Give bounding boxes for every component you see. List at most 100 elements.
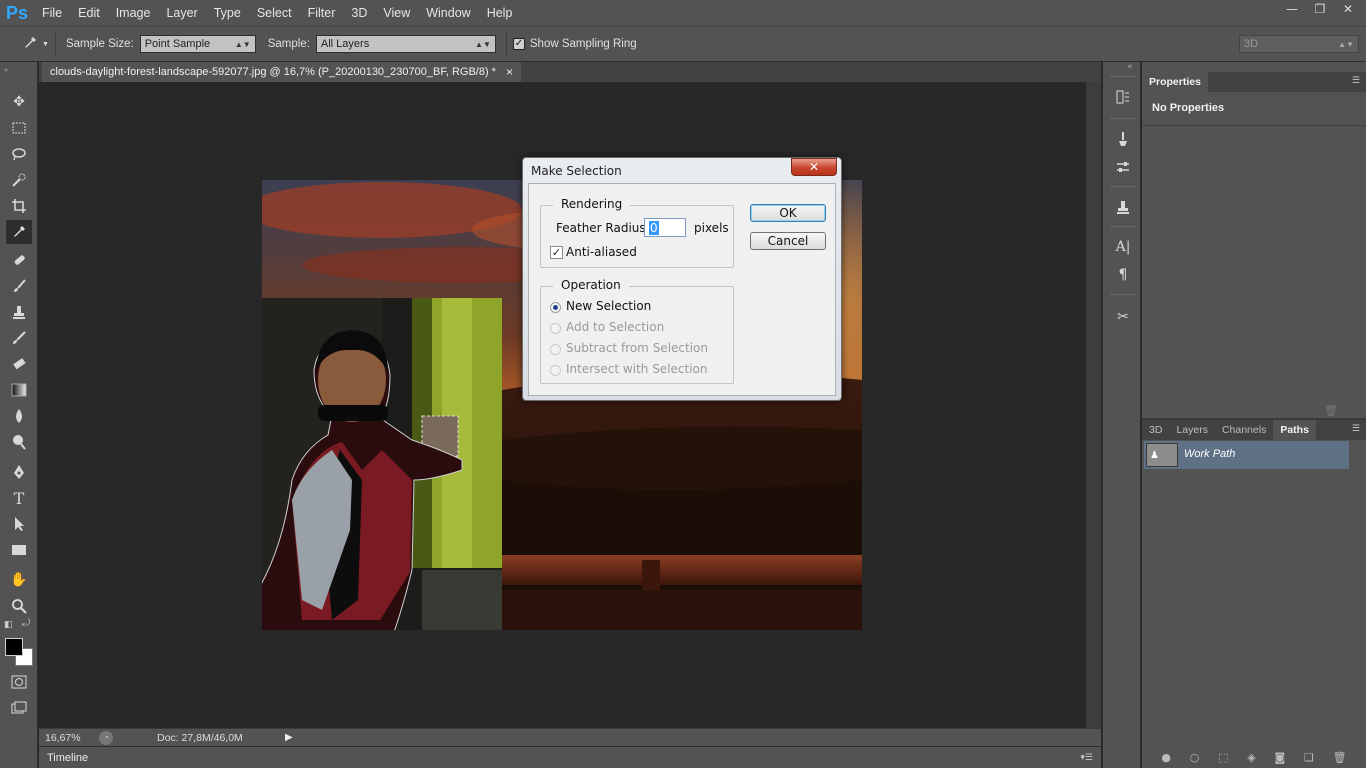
panel-menu-icon[interactable]: ☰	[1352, 424, 1360, 434]
menu-3d[interactable]: 3D	[343, 0, 375, 26]
subtract-from-selection-radio	[550, 344, 561, 355]
new-selection-radio[interactable]	[550, 302, 561, 313]
zoom-level[interactable]: 16,67%	[45, 732, 91, 744]
paths-footer: ● ○ ⬚ ◈ ◙ ❏ 🗑	[1142, 746, 1366, 768]
close-window-button[interactable]: ✕	[1334, 0, 1362, 18]
dodge-tool-icon[interactable]	[6, 430, 32, 454]
add-to-selection-label: Add to Selection	[566, 320, 665, 334]
type-tool-icon[interactable]: T	[6, 486, 32, 510]
tab-properties[interactable]: Properties	[1142, 72, 1208, 92]
zoom-tool-icon[interactable]	[6, 594, 32, 618]
eyedropper-tool-icon[interactable]	[6, 220, 32, 244]
status-info-icon[interactable]: ◔	[99, 730, 113, 745]
tab-paths[interactable]: Paths	[1273, 420, 1316, 440]
hand-tool-icon[interactable]: ✋	[6, 568, 32, 592]
clone-source-icon[interactable]	[1112, 196, 1134, 218]
menu-file[interactable]: File	[34, 0, 70, 26]
paragraph-panel-icon[interactable]: ¶	[1112, 264, 1134, 286]
tool-presets-icon[interactable]: ✂	[1112, 306, 1134, 328]
brush-tool-icon[interactable]	[6, 274, 32, 298]
menu-edit[interactable]: Edit	[70, 0, 108, 26]
dialog-close-button[interactable]: ✕	[791, 158, 837, 176]
operation-legend: Operation	[553, 278, 629, 292]
menu-type[interactable]: Type	[206, 0, 249, 26]
cancel-button[interactable]: Cancel	[750, 232, 826, 250]
move-tool-icon[interactable]: ✥	[6, 90, 32, 114]
restore-button[interactable]: ❐	[1306, 0, 1334, 18]
status-menu-arrow-icon[interactable]: ▶	[285, 732, 293, 743]
fill-path-icon[interactable]: ●	[1161, 751, 1171, 764]
collapse-dock-icon[interactable]: «	[1127, 62, 1133, 72]
operation-group: Operation New Selection Add to Selection…	[540, 278, 734, 384]
new-selection-label: New Selection	[566, 299, 652, 313]
tab-3d[interactable]: 3D	[1142, 420, 1169, 440]
options-bar: ▼ Sample Size: Point Sample ▲▼ Sample: A…	[0, 26, 1366, 62]
marquee-tool-icon[interactable]	[6, 116, 32, 140]
new-path-icon[interactable]: ❏	[1304, 751, 1314, 764]
crop-tool-icon[interactable]	[6, 194, 32, 218]
feather-radius-input[interactable]: 0	[644, 218, 686, 237]
window-controls: — ❐ ✕	[1278, 0, 1362, 20]
healing-brush-tool-icon[interactable]	[6, 248, 32, 272]
clone-stamp-tool-icon[interactable]	[6, 300, 32, 324]
menu-image[interactable]: Image	[108, 0, 159, 26]
character-panel-icon[interactable]: A|	[1112, 236, 1134, 258]
tools-panel: » ✥ T ✋ ◧ ⤾	[0, 62, 38, 768]
path-selection-tool-icon[interactable]	[6, 512, 32, 536]
timeline-menu-icon[interactable]: ▾☰	[1080, 752, 1093, 763]
default-colors-icon[interactable]: ◧	[4, 620, 13, 630]
tab-layers[interactable]: Layers	[1169, 420, 1215, 440]
no-properties-text: No Properties	[1152, 102, 1225, 114]
foreground-color-swatch[interactable]	[5, 638, 23, 656]
menu-filter[interactable]: Filter	[300, 0, 344, 26]
close-document-icon[interactable]: ×	[506, 65, 513, 79]
adjustments-icon[interactable]	[1112, 156, 1134, 178]
menu-select[interactable]: Select	[249, 0, 300, 26]
stroke-path-icon[interactable]: ○	[1190, 751, 1200, 764]
document-tab[interactable]: clouds-daylight-forest-landscape-592077.…	[42, 62, 521, 82]
menu-window[interactable]: Window	[418, 0, 478, 26]
brush-presets-icon[interactable]	[1112, 128, 1134, 150]
panel-menu-icon[interactable]: ☰	[1352, 76, 1360, 86]
gradient-tool-icon[interactable]	[6, 378, 32, 402]
collapse-tools-icon[interactable]: »	[4, 66, 34, 74]
make-work-path-icon[interactable]: ◈	[1247, 751, 1255, 764]
rectangle-tool-icon[interactable]	[6, 538, 32, 562]
lasso-tool-icon[interactable]	[6, 142, 32, 166]
timeline-label[interactable]: Timeline	[47, 752, 88, 764]
minimize-button[interactable]: —	[1278, 0, 1306, 18]
sample-select[interactable]: All Layers ▲▼	[315, 35, 496, 53]
delete-path-icon[interactable]: 🗑	[1333, 751, 1347, 764]
intersect-with-selection-label: Intersect with Selection	[566, 362, 708, 376]
screen-mode-icon[interactable]	[6, 696, 32, 720]
load-as-selection-icon[interactable]: ⬚	[1218, 751, 1228, 764]
trash-icon[interactable]: 🗑	[1324, 404, 1338, 417]
workspace-select[interactable]: 3D ▲▼	[1239, 35, 1359, 53]
workspace-value: 3D	[1244, 38, 1259, 50]
canvas-scrollbar[interactable]	[1086, 82, 1101, 728]
chevron-down-icon[interactable]: ▼	[42, 41, 49, 48]
blur-tool-icon[interactable]	[6, 404, 32, 428]
history-panel-icon[interactable]	[1112, 86, 1134, 108]
panel-icon-dock: « A| ¶ ✂	[1102, 62, 1141, 768]
quick-selection-tool-icon[interactable]	[6, 168, 32, 192]
quick-mask-icon[interactable]	[6, 670, 32, 694]
menu-layer[interactable]: Layer	[158, 0, 205, 26]
dialog-title: Make Selection	[531, 164, 622, 178]
show-sampling-ring-checkbox[interactable]: ✓	[512, 38, 525, 50]
menu-view[interactable]: View	[375, 0, 418, 26]
anti-aliased-checkbox[interactable]: ✓	[550, 246, 563, 259]
swap-colors-icon[interactable]: ⤾	[22, 618, 30, 629]
right-panels: Properties ☰ No Properties 🗑 3D Layers C…	[1142, 62, 1366, 768]
history-brush-tool-icon[interactable]	[6, 326, 32, 350]
ok-button[interactable]: OK	[750, 204, 826, 222]
eraser-tool-icon[interactable]	[6, 352, 32, 376]
add-mask-icon[interactable]: ◙	[1275, 751, 1286, 764]
sample-size-select[interactable]: Point Sample ▲▼	[139, 35, 256, 53]
pen-tool-icon[interactable]	[6, 460, 32, 484]
list-item[interactable]: ♟ Work Path	[1144, 441, 1349, 469]
tab-channels[interactable]: Channels	[1215, 420, 1273, 440]
menu-help[interactable]: Help	[479, 0, 521, 26]
feather-radius-value: 0	[649, 221, 659, 235]
eyedropper-tool-preset-icon[interactable]	[22, 35, 38, 54]
